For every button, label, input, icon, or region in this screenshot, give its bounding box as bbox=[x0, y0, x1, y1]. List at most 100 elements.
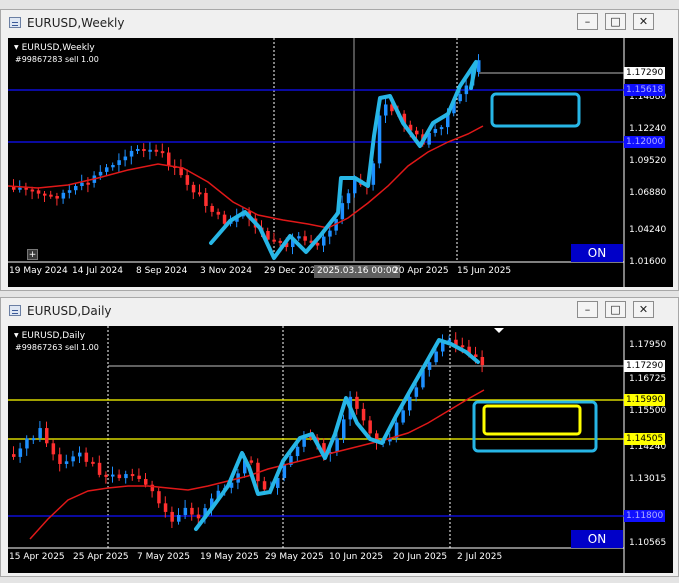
weekly-date-tick: 8 Sep 2024 bbox=[136, 266, 188, 276]
candle-body bbox=[177, 514, 181, 522]
chart-window-icon bbox=[9, 17, 21, 28]
candle-body bbox=[340, 203, 345, 220]
daily-date-tick: 19 May 2025 bbox=[200, 552, 259, 562]
daily-date-tick: 15 Apr 2025 bbox=[9, 552, 65, 562]
candle-body bbox=[408, 396, 412, 411]
candle-body bbox=[61, 192, 66, 199]
candle-body bbox=[414, 387, 419, 397]
candle-body bbox=[278, 240, 283, 243]
candle-body bbox=[154, 149, 159, 152]
candle-body bbox=[123, 156, 128, 161]
candle-body bbox=[18, 448, 23, 457]
chart-window-icon bbox=[9, 305, 21, 316]
candle-body bbox=[328, 230, 332, 237]
weekly-on-button[interactable]: ON bbox=[571, 244, 623, 262]
candle-body bbox=[111, 164, 115, 168]
candle-body bbox=[303, 236, 307, 241]
close-button[interactable]: ✕ bbox=[633, 13, 654, 30]
daily-symbol-label: EURUSD,Daily bbox=[14, 331, 85, 341]
candle-body bbox=[117, 474, 122, 479]
candle-body bbox=[262, 481, 267, 490]
candle-body bbox=[111, 474, 115, 477]
candle-body bbox=[71, 456, 75, 462]
daily-price-tick: 1.17950 bbox=[629, 340, 667, 350]
daily-titlebar[interactable]: EURUSD,Daily – □ ✕ bbox=[1, 298, 678, 324]
candle-body bbox=[377, 115, 382, 164]
candle-body bbox=[460, 345, 465, 348]
candle-body bbox=[249, 460, 254, 463]
daily-target-inner-box bbox=[482, 404, 582, 436]
candle-body bbox=[170, 511, 174, 522]
candle-body bbox=[163, 503, 168, 512]
weekly-order-label: #99867283 sell 1.00 bbox=[15, 55, 99, 64]
daily-order-label: #99867263 sell 1.00 bbox=[15, 343, 99, 352]
candle-body bbox=[98, 171, 103, 176]
candle-body bbox=[282, 464, 287, 478]
candle-body bbox=[384, 104, 388, 116]
weekly-date-tick: 3 Nov 2024 bbox=[200, 266, 252, 276]
candle-body bbox=[458, 94, 462, 102]
candle-body bbox=[130, 474, 135, 477]
daily-chart-window[interactable]: EURUSD,Daily – □ ✕ EURUSD,Daily #998 bbox=[0, 297, 679, 577]
weekly-price-tick: 1.12240 bbox=[629, 124, 667, 134]
candle-body bbox=[38, 428, 42, 439]
candle-body bbox=[368, 420, 372, 434]
weekly-price-tick: 1.04240 bbox=[629, 225, 667, 235]
daily-last-price-tag: 1.17290 bbox=[624, 360, 666, 372]
candle-body bbox=[185, 175, 190, 185]
weekly-price-tick: 1.06880 bbox=[629, 188, 667, 198]
weekly-titlebar[interactable]: EURUSD,Weekly – □ ✕ bbox=[1, 10, 678, 36]
candle-body bbox=[67, 190, 72, 193]
candle-body bbox=[346, 193, 351, 204]
weekly-expand-button[interactable]: + bbox=[27, 249, 38, 260]
candle-body bbox=[144, 478, 148, 485]
weekly-price-tick: 1.09520 bbox=[629, 156, 667, 166]
weekly-chart-window[interactable]: EURUSD,Weekly – □ ✕ EURUSD,Weekly bbox=[0, 9, 679, 291]
daily-yellow-line-tag-1: 1.15990 bbox=[624, 394, 666, 406]
candle-body bbox=[25, 438, 29, 449]
weekly-chart-area[interactable]: EURUSD,Weekly #99867283 sell 1.00 1.1488… bbox=[8, 38, 673, 287]
daily-on-button[interactable]: ON bbox=[571, 530, 623, 548]
candle-body bbox=[64, 461, 69, 464]
candle-body bbox=[353, 179, 357, 194]
weekly-date-tick: 15 Jun 2025 bbox=[457, 266, 512, 276]
weekly-last-price-tag: 1.17290 bbox=[624, 67, 666, 79]
weekly-window-title: EURUSD,Weekly bbox=[27, 16, 125, 30]
daily-date-tick: 29 May 2025 bbox=[265, 552, 324, 562]
candle-body bbox=[142, 148, 146, 151]
candle-body bbox=[80, 182, 84, 187]
daily-chart-area[interactable]: EURUSD,Daily #99867263 sell 1.00 1.17950… bbox=[8, 326, 673, 573]
daily-price-tick: 1.16725 bbox=[629, 374, 667, 384]
candle-body bbox=[160, 151, 165, 154]
candle-body bbox=[18, 187, 22, 190]
candle-body bbox=[129, 150, 134, 157]
candle-body bbox=[124, 474, 128, 479]
daily-date-tick: 7 May 2025 bbox=[137, 552, 190, 562]
candle-body bbox=[74, 186, 78, 191]
candle-body bbox=[355, 396, 359, 409]
candle-body bbox=[361, 408, 366, 421]
candle-body bbox=[97, 462, 102, 475]
maximize-button[interactable]: □ bbox=[605, 13, 626, 30]
weekly-blue-line-tag-1: 1.15618 bbox=[624, 84, 666, 96]
candle-body bbox=[86, 182, 90, 185]
candle-body bbox=[216, 211, 221, 215]
minimize-button[interactable]: – bbox=[577, 301, 598, 318]
close-button[interactable]: ✕ bbox=[633, 301, 654, 318]
candle-body bbox=[190, 507, 194, 515]
candle-body bbox=[43, 193, 47, 196]
candle-body bbox=[204, 192, 208, 206]
weekly-date-tick: 29 Dec 2024 bbox=[264, 266, 322, 276]
candle-body bbox=[84, 452, 89, 462]
weekly-target-box bbox=[490, 92, 581, 128]
candle-body bbox=[36, 190, 41, 194]
candle-body bbox=[137, 475, 141, 479]
daily-date-tick: 10 Jun 2025 bbox=[329, 552, 384, 562]
candle-body bbox=[464, 85, 469, 95]
candle-body bbox=[105, 167, 109, 172]
candle-body bbox=[272, 239, 276, 242]
candle-body bbox=[210, 205, 214, 212]
minimize-button[interactable]: – bbox=[577, 13, 598, 30]
maximize-button[interactable]: □ bbox=[605, 301, 626, 318]
candle-body bbox=[297, 236, 301, 239]
